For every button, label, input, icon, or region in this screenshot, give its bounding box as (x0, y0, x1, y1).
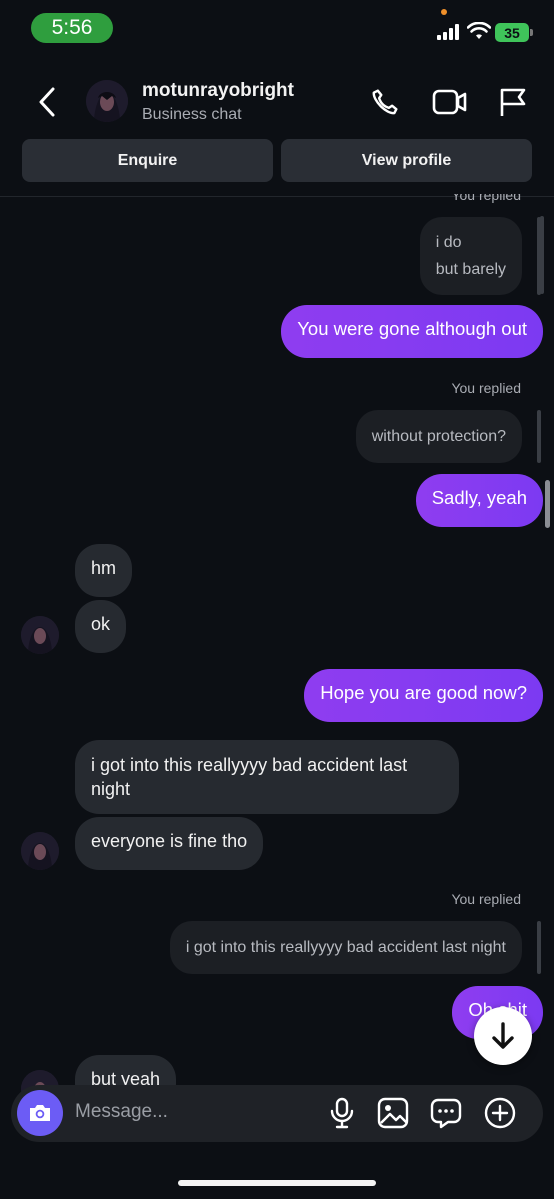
view-profile-button[interactable]: View profile (281, 139, 532, 182)
replied-to-message[interactable]: i do but barely (419, 217, 522, 295)
add-icon[interactable] (484, 1097, 516, 1129)
incoming-message[interactable]: i got into this reallyyyy bad accident l… (75, 740, 459, 814)
wifi-icon (467, 22, 491, 40)
outgoing-message[interactable]: Hope you are good now? (304, 669, 543, 722)
incoming-message[interactable]: ok (75, 600, 127, 653)
signal-icon (437, 24, 459, 40)
enquire-button[interactable]: Enquire (22, 139, 273, 182)
reply-meta: You replied (451, 380, 521, 396)
contact-subtitle: Business chat (142, 106, 242, 123)
quote-bar (537, 410, 541, 463)
camera-button[interactable] (17, 1090, 63, 1136)
replied-to-message[interactable]: i got into this reallyyyy bad accident l… (169, 921, 522, 974)
reply-meta: You replied (451, 187, 521, 203)
reply-meta: You replied (451, 891, 521, 907)
home-indicator (178, 1180, 376, 1186)
replied-to-message[interactable]: without protection? (355, 410, 522, 463)
gallery-icon[interactable] (377, 1097, 409, 1129)
video-call-icon[interactable] (432, 87, 468, 117)
contact-username[interactable]: motunrayobright (142, 80, 294, 102)
battery-indicator: 35 (495, 23, 529, 42)
battery-tip (530, 29, 533, 36)
contact-avatar[interactable] (86, 80, 128, 122)
phone-icon[interactable] (369, 86, 401, 118)
sender-avatar[interactable] (21, 616, 59, 654)
outgoing-message[interactable]: You were gone although out (281, 305, 543, 358)
flag-icon[interactable] (498, 86, 528, 118)
message-input[interactable]: Message... (75, 1101, 168, 1123)
sticker-chat-icon[interactable] (430, 1097, 462, 1129)
scrollbar-thumb[interactable] (545, 480, 550, 528)
status-time: 5:56 (31, 13, 113, 43)
quote-bar (537, 921, 541, 974)
quote-line: but barely (435, 261, 506, 278)
back-button[interactable] (36, 86, 58, 118)
message-line: night (91, 779, 131, 799)
message-line: i got into this reallyyyy bad accident l… (91, 755, 408, 775)
outgoing-message[interactable]: Sadly, yeah (415, 474, 543, 527)
scroll-to-bottom-button[interactable] (474, 1007, 532, 1065)
scroll-track-mark (540, 216, 544, 294)
quote-line: i do (435, 234, 462, 251)
incoming-message[interactable]: everyone is fine tho (75, 817, 264, 870)
incoming-message[interactable]: hm (75, 544, 133, 597)
sender-avatar[interactable] (21, 832, 59, 870)
camera-icon (30, 1105, 50, 1121)
arrow-down-icon (492, 1022, 514, 1049)
privacy-indicator (441, 9, 447, 15)
microphone-icon[interactable] (329, 1097, 355, 1129)
